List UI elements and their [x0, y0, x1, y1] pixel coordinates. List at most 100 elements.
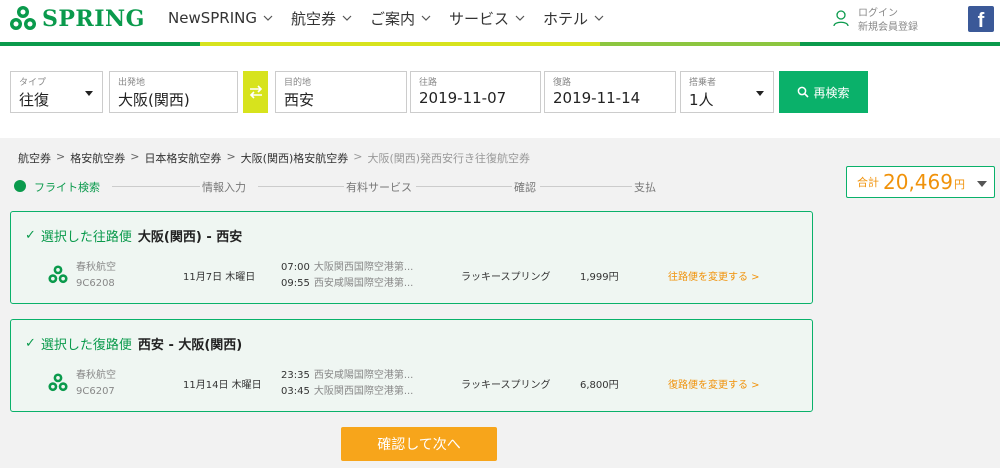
card-route: 大阪(関西) - 西安 — [137, 230, 243, 245]
destination-label: 目的地 — [284, 78, 312, 88]
step-flight-search: フライト検索 — [34, 181, 100, 194]
chevron-down-icon — [515, 15, 525, 21]
breadcrumb-separator: > — [56, 150, 66, 163]
inbound-flight-card: ✓ 選択した復路便 西安 - 大阪(関西) 春秋航空 9C6207 11月14日… — [10, 319, 813, 412]
total-value: 20,469 — [883, 170, 953, 194]
departure-airport: 大阪関西国際空港第... — [313, 262, 414, 273]
airline-info: 春秋航空 9C6207 — [76, 368, 116, 400]
total-label: 合計 — [857, 176, 879, 189]
flight-times: 23:35 西安咸陽国際空港第... 03:45 大阪関西国際空港第... — [281, 368, 413, 400]
flight-number: 9C6208 — [76, 278, 115, 289]
return-date-field[interactable]: 復路 2019-11-14 — [544, 71, 676, 113]
nav-item-hotel[interactable]: ホテル — [543, 0, 604, 36]
breadcrumb-current: 大阪(関西)発西安行き往復航空券 — [367, 152, 531, 165]
search-panel: タイプ 往復 出発地 大阪(関西) 目的地 西安 往路 2019-11-07 復… — [0, 46, 1000, 138]
breadcrumb-item[interactable]: 格安航空券 — [70, 150, 125, 166]
trip-type-select[interactable]: タイプ 往復 — [10, 71, 103, 113]
origin-field[interactable]: 出発地 大阪(関西) — [109, 71, 238, 113]
nav-item-newspring[interactable]: NewSPRING — [168, 0, 273, 36]
step-confirm: 確認 — [514, 181, 536, 194]
arrival-airport: 西安咸陽国際空港第... — [313, 278, 414, 289]
passengers-select[interactable]: 搭乗者 1人 — [680, 71, 774, 113]
nav-item-flights[interactable]: 航空券 — [291, 0, 352, 36]
flight-price: 1,999円 — [580, 272, 619, 283]
chevron-down-icon — [342, 15, 352, 21]
login-link[interactable]: ログイン 新規会員登録 — [832, 7, 918, 35]
fare-type: ラッキースプリング — [461, 380, 551, 391]
passengers-label: 搭乗者 — [689, 78, 717, 88]
caret-down-icon — [85, 91, 93, 96]
return-label: 復路 — [553, 78, 572, 88]
arrival-time: 09:55 — [281, 278, 310, 289]
spring-logo[interactable]: SPRING — [8, 4, 145, 34]
total-unit: 円 — [953, 178, 965, 191]
chevron-down-icon — [594, 15, 604, 21]
nav-label: 航空券 — [290, 9, 336, 28]
origin-label: 出発地 — [118, 78, 146, 88]
nav-label: ホテル — [543, 9, 589, 28]
arrival-airport: 大阪関西国際空港第... — [313, 386, 414, 397]
swap-button[interactable] — [243, 71, 268, 113]
nav-label: ご案内 — [370, 9, 416, 28]
card-label: 選択した往路便 — [40, 230, 132, 245]
destination-value: 西安 — [284, 91, 315, 109]
arrival-time: 03:45 — [281, 386, 310, 397]
caret-down-icon — [756, 91, 764, 96]
fare-type: ラッキースプリング — [461, 272, 551, 283]
change-inbound-link[interactable]: 復路便を変更する > — [668, 376, 760, 391]
card-header: ✓ 選択した往路便 大阪(関西) - 西安 — [25, 226, 242, 245]
login-text: ログイン 新規会員登録 — [858, 7, 918, 35]
user-icon — [833, 10, 849, 27]
clock-icon — [14, 180, 26, 192]
card-label: 選択した復路便 — [40, 338, 132, 353]
confirm-next-button[interactable]: 確認して次へ — [341, 427, 497, 461]
register-label[interactable]: 新規会員登録 — [858, 21, 918, 35]
flight-number: 9C6207 — [76, 386, 115, 397]
change-outbound-link[interactable]: 往路便を変更する > — [668, 268, 760, 283]
airline-name: 春秋航空 — [76, 370, 116, 381]
spring-logo-icon — [10, 6, 36, 30]
login-label[interactable]: ログイン — [858, 7, 918, 21]
departure-time: 23:35 — [281, 370, 310, 381]
flight-price: 6,800円 — [580, 380, 619, 391]
breadcrumb-separator: > — [130, 150, 140, 163]
caret-down-icon — [977, 181, 987, 187]
nav-item-guide[interactable]: ご案内 — [370, 0, 431, 36]
departure-airport: 西安咸陽国際空港第... — [313, 370, 414, 381]
breadcrumb-separator: > — [353, 150, 363, 163]
chevron-down-icon — [421, 15, 431, 21]
departure-time: 07:00 — [281, 262, 310, 273]
card-header: ✓ 選択した復路便 西安 - 大阪(関西) — [25, 334, 242, 353]
site-header: SPRING NewSPRING 航空券 ご案内 サービス ホテル ログイン 新… — [0, 0, 1000, 42]
airline-info: 春秋航空 9C6208 — [76, 260, 116, 292]
breadcrumb-item[interactable]: 大阪(関西)格安航空券 — [241, 150, 349, 166]
research-button[interactable]: 再検索 — [779, 71, 868, 113]
swap-arrows-icon — [249, 85, 262, 99]
depart-label: 往路 — [419, 78, 438, 88]
check-icon: ✓ — [25, 228, 36, 243]
chevron-down-icon — [263, 15, 273, 21]
step-payment: 支払 — [634, 181, 656, 194]
depart-value: 2019-11-07 — [419, 89, 507, 107]
breadcrumb-separator: > — [226, 150, 236, 163]
research-button-label: 再検索 — [813, 85, 850, 100]
trip-type-value: 往復 — [19, 91, 50, 109]
main-nav: NewSPRING 航空券 ご案内 サービス ホテル — [168, 0, 622, 36]
outbound-flight-card: ✓ 選択した往路便 大阪(関西) - 西安 春秋航空 9C6208 11月7日 … — [10, 211, 813, 304]
total-price-dropdown[interactable]: 合計 20,469 円 — [846, 166, 995, 198]
breadcrumb-item[interactable]: 航空券 — [18, 150, 51, 166]
logo-text: SPRING — [42, 6, 145, 32]
facebook-icon[interactable]: f — [968, 6, 994, 32]
breadcrumb: 航空券 > 格安航空券 > 日本格安航空券 > 大阪(関西)格安航空券 > 大阪… — [18, 150, 530, 166]
airline-logo-icon — [48, 265, 68, 284]
step-divider — [258, 186, 344, 187]
nav-item-services[interactable]: サービス — [449, 0, 525, 36]
destination-field[interactable]: 目的地 西安 — [275, 71, 407, 113]
step-divider — [416, 186, 512, 187]
progress-steps: フライト検索 情報入力 有料サービス 確認 支払 — [14, 176, 664, 196]
breadcrumb-item[interactable]: 日本格安航空券 — [144, 150, 221, 166]
passengers-value: 1人 — [689, 91, 714, 109]
step-paid-services: 有料サービス — [346, 181, 412, 194]
flight-date: 11月14日 木曜日 — [183, 380, 262, 391]
depart-date-field[interactable]: 往路 2019-11-07 — [410, 71, 541, 113]
